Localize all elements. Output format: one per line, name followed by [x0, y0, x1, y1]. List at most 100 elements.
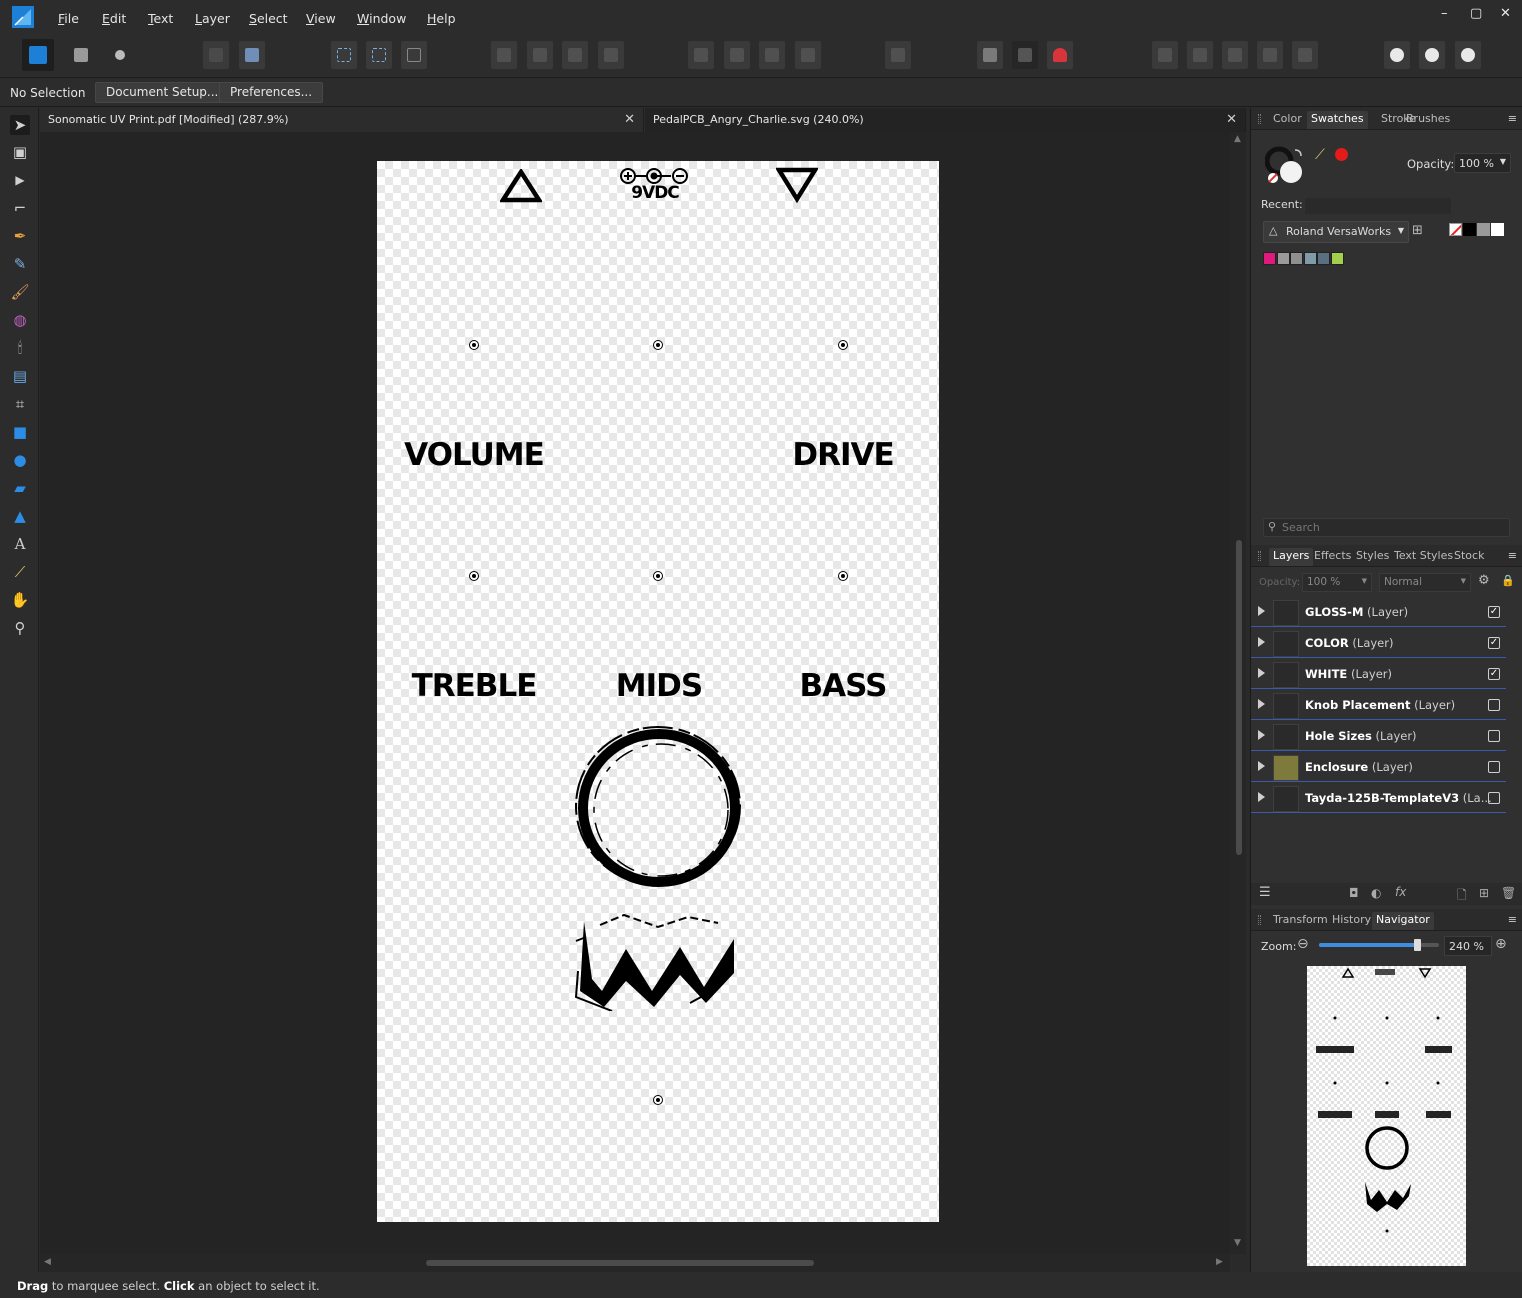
swatch[interactable]	[1330, 252, 1344, 265]
tab-styles[interactable]: Styles	[1352, 548, 1393, 566]
layer-visibility-checkbox[interactable]: ✓	[1488, 668, 1500, 680]
rotate-btn-2[interactable]	[795, 41, 821, 69]
tab-transform[interactable]: Transform	[1269, 912, 1332, 930]
toolbar-btn-4[interactable]	[366, 41, 392, 69]
vertical-scroll-thumb[interactable]	[1236, 540, 1242, 855]
menu-edit[interactable]: Edit	[102, 11, 126, 26]
text-tool-icon[interactable]: A	[10, 534, 30, 554]
expand-arrow-icon[interactable]	[1258, 699, 1265, 709]
panel-menu-icon[interactable]: ≡	[1508, 913, 1517, 926]
boolean-add-button[interactable]	[1152, 41, 1178, 69]
ellipse-tool-icon[interactable]: ●	[10, 450, 30, 470]
layer-row[interactable]: Enclosure (Layer)	[1251, 752, 1506, 782]
expand-arrow-icon[interactable]	[1258, 730, 1265, 740]
group-icon[interactable]: ⊞	[1479, 886, 1489, 900]
layer-row[interactable]: WHITE (Layer) ✓	[1251, 659, 1506, 689]
scroll-right-icon[interactable]: ▶	[1216, 1257, 1223, 1267]
menu-select[interactable]: Select	[249, 11, 288, 26]
swatch-search-field[interactable]: ⚲	[1263, 518, 1510, 537]
place-image-tool-icon[interactable]: ▤	[10, 366, 30, 386]
toolbar-btn-2[interactable]	[239, 41, 265, 69]
zoom-slider[interactable]	[1319, 939, 1439, 951]
panel-menu-icon[interactable]: ≡	[1508, 549, 1517, 562]
menu-layer[interactable]: Layer	[195, 11, 230, 26]
tab-layers[interactable]: Layers	[1269, 548, 1314, 566]
canvas-area[interactable]: 9VDC VOLUME DRIVE TREBLE MIDS BASS	[40, 132, 1230, 1254]
swatch[interactable]	[1263, 252, 1276, 265]
insert-inside-button[interactable]	[1419, 41, 1445, 69]
zoom-slider-thumb[interactable]	[1414, 939, 1422, 951]
palette-options-icon[interactable]: ⊞	[1412, 223, 1423, 238]
layer-settings-gear-icon[interactable]: ⚙	[1478, 573, 1490, 588]
lock-icon[interactable]: 🔒	[1501, 574, 1515, 587]
share-button[interactable]	[107, 41, 133, 69]
node-tool-icon[interactable]: ▶	[10, 170, 30, 190]
panel-menu-icon[interactable]: ≡	[1508, 112, 1517, 125]
black-swatch[interactable]	[1463, 223, 1476, 236]
adjustment-icon[interactable]: ◐	[1371, 886, 1381, 900]
scroll-up-icon[interactable]: ▲	[1234, 134, 1241, 144]
crop-tool-icon[interactable]: ⌗	[10, 394, 30, 414]
align-button[interactable]	[885, 41, 911, 69]
artboard-tool-icon[interactable]: ▣	[10, 142, 30, 162]
expand-arrow-icon[interactable]	[1258, 668, 1265, 678]
arrange-btn-1[interactable]	[491, 41, 517, 69]
hand-tool-icon[interactable]: ✋	[10, 590, 30, 610]
layer-visibility-checkbox[interactable]	[1488, 730, 1500, 742]
horizontal-scrollbar[interactable]: ◀ ▶	[40, 1254, 1230, 1272]
tab-color[interactable]: Color	[1269, 111, 1306, 129]
mask-icon[interactable]: ◘	[1349, 886, 1359, 900]
boolean-xor-button[interactable]	[1257, 41, 1283, 69]
zoom-value-field[interactable]: 240 %	[1444, 936, 1492, 956]
menu-help[interactable]: Help	[427, 11, 456, 26]
artboard[interactable]: 9VDC VOLUME DRIVE TREBLE MIDS BASS	[377, 161, 939, 1222]
minimize-button[interactable]: –	[1441, 6, 1448, 21]
swatch[interactable]	[1290, 252, 1303, 265]
close-window-button[interactable]: ✕	[1500, 6, 1511, 21]
recent-swatches[interactable]	[1305, 198, 1451, 214]
layer-visibility-checkbox[interactable]: ✓	[1488, 637, 1500, 649]
menu-window[interactable]: Window	[357, 11, 406, 26]
horizontal-scroll-thumb[interactable]	[426, 1260, 814, 1266]
triangle-tool-icon[interactable]: ▲	[10, 506, 30, 526]
document-setup-button[interactable]: Document Setup...	[95, 82, 230, 103]
snap-options-button[interactable]	[1012, 41, 1038, 69]
flip-btn-1[interactable]	[688, 41, 714, 69]
toolbar-btn-5[interactable]	[401, 41, 427, 69]
boolean-subtract-button[interactable]	[1187, 41, 1213, 69]
snapping-button[interactable]	[1047, 41, 1073, 69]
arrange-btn-2[interactable]	[527, 41, 553, 69]
corner-tool-icon[interactable]: ⌐	[10, 198, 30, 218]
none-swatch[interactable]	[1449, 223, 1462, 236]
tab-document-2[interactable]: PedalPCB_Angry_Charlie.svg (240.0%) ✕	[645, 108, 1246, 132]
menu-file[interactable]: File	[58, 11, 79, 26]
maximize-button[interactable]: ▢	[1470, 6, 1482, 21]
zoom-in-icon[interactable]: ⊕	[1495, 936, 1507, 952]
layer-row[interactable]: COLOR (Layer) ✓	[1251, 628, 1506, 658]
pencil-tool-icon[interactable]: ✎	[10, 254, 30, 274]
layer-opacity-field[interactable]: 100 % ▼	[1302, 573, 1372, 592]
rounded-rect-tool-icon[interactable]: ▰	[10, 478, 30, 498]
white-swatch[interactable]	[1491, 223, 1504, 236]
tab-text-styles[interactable]: Text Styles	[1390, 548, 1457, 566]
opacity-field[interactable]: 100 % ▼	[1454, 153, 1511, 173]
menu-text[interactable]: Text	[148, 11, 173, 26]
snap-grid-button[interactable]	[977, 41, 1003, 69]
tab-swatches[interactable]: Swatches	[1307, 111, 1368, 129]
vertical-scrollbar[interactable]: ▲ ▼	[1230, 132, 1246, 1254]
pixel-persona-button[interactable]	[68, 41, 94, 69]
layer-visibility-checkbox[interactable]	[1488, 699, 1500, 711]
menu-view[interactable]: View	[306, 11, 336, 26]
rectangle-tool-icon[interactable]: ■	[10, 422, 30, 442]
layer-row[interactable]: Tayda-125B-TemplateV3 (La...	[1251, 783, 1506, 813]
expand-arrow-icon[interactable]	[1258, 761, 1265, 771]
fill-tool-icon[interactable]: ◍	[10, 310, 30, 330]
delete-layer-icon[interactable]: 🗑	[1501, 886, 1516, 900]
color-picker-icon[interactable]: ⟋	[1315, 147, 1325, 163]
palette-dropdown[interactable]: △ Roland VersaWorks ▼	[1263, 221, 1409, 243]
toolbar-btn-1[interactable]	[203, 41, 229, 69]
rotate-btn-1[interactable]	[759, 41, 785, 69]
swatch[interactable]	[1276, 252, 1290, 265]
expand-arrow-icon[interactable]	[1258, 637, 1265, 647]
brush-tool-icon[interactable]: 🖌	[10, 282, 30, 302]
